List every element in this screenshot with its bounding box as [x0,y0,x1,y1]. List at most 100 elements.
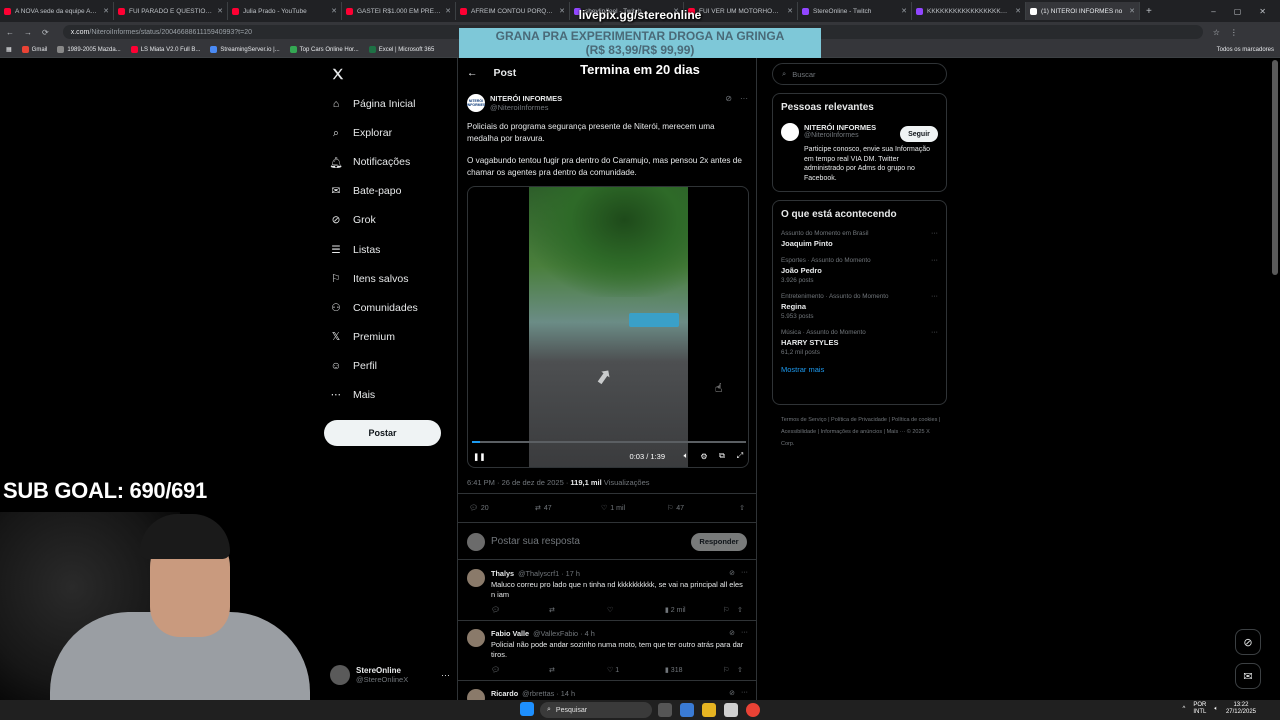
trend-item[interactable]: Entretenimento · Assunto do Momento Regin… [781,293,938,320]
nav-item[interactable]: ⊘ Grok [329,210,376,230]
more-dots-icon[interactable]: ··· [931,257,938,264]
volume-icon[interactable]: 🔈︎ [681,451,691,461]
repost-icon[interactable]: ⇄ [549,606,607,614]
bookmark-item[interactable]: 1989-2005 Mazda... [57,46,121,53]
browser-tab[interactable]: KKKKKKKKKKKKKKKKKKKKK ✕ [912,2,1026,20]
post-author[interactable]: NITERÓI INFORMES NITERÓI INFORMES @Niter… [467,94,562,112]
nav-item[interactable]: ⌂ Página Inicial [329,94,416,114]
close-icon[interactable]: ✕ [445,7,451,15]
follow-button[interactable]: Seguir [900,126,938,142]
video-progress-bar[interactable] [472,441,746,443]
browser-tab[interactable]: Julia Prado - YouTube ✕ [228,2,342,20]
bookmark-action[interactable]: ⚐ 47 [667,504,733,513]
reply-input[interactable]: Postar sua resposta [491,536,685,547]
trend-item[interactable]: Música · Assunto do Momento HARRY STYLES 6… [781,329,938,356]
trend-item[interactable]: Esportes · Assunto do Momento João Pedro 3… [781,257,938,284]
close-icon[interactable]: ✕ [787,7,793,15]
reply-name[interactable]: Fabio Valle [491,629,529,638]
messages-fab[interactable]: ✉ [1235,663,1261,689]
pause-icon[interactable]: ❚❚ [473,452,486,461]
account-switcher[interactable]: StereOnline @StereOnlineX ··· [330,662,450,688]
reply-icon[interactable]: 💬︎ [491,666,549,674]
nav-item[interactable]: ⚐ Itens salvos [329,269,408,289]
bookmark-item[interactable]: Top Cars Online Hor... [289,46,359,53]
trend-item[interactable]: Assunto do Momento em Brasil Joaquim Pint… [781,230,938,248]
language-indicator[interactable]: POR INTL [1193,702,1206,716]
close-icon[interactable]: ✕ [331,7,337,15]
more-dots-icon[interactable]: ··· [741,569,748,577]
nav-item[interactable]: ⌕ Explorar [329,123,392,143]
close-window-icon[interactable]: ✕ [1259,7,1266,16]
scrollbar[interactable] [1272,60,1278,275]
nav-item[interactable]: ☰ Listas [329,240,380,260]
close-icon[interactable]: ✕ [1015,7,1021,15]
reload-icon[interactable]: ⟳ [42,28,49,37]
author-avatar[interactable]: NITERÓI INFORMES [467,94,485,112]
share-icon[interactable]: ⇧ [737,606,747,614]
back-icon[interactable]: ← [6,28,14,37]
close-icon[interactable]: ✕ [103,7,109,15]
reply-name[interactable]: Ricardo [491,689,518,698]
forward-icon[interactable]: → [24,28,32,37]
like-action[interactable]: ♡ [607,606,665,614]
bookmark-icon[interactable]: ⚐ [723,666,737,674]
browser-tab[interactable]: (1) NITERÓI INFORMES no ✕ [1026,2,1140,20]
grok-icon[interactable]: ⊘ [729,629,735,637]
author-handle[interactable]: @NiteroiInformes [490,103,562,112]
views-action[interactable]: ▮ 318 [665,666,723,674]
pip-icon[interactable]: ⧉ [717,451,727,461]
minimize-icon[interactable]: – [1211,7,1215,16]
avatar[interactable] [467,569,485,587]
maximize-icon[interactable]: ▢ [1234,7,1242,16]
store-icon[interactable] [724,703,738,717]
more-dots-icon[interactable]: ··· [741,689,748,697]
repost-icon[interactable]: ⇄ [549,666,607,674]
share-icon[interactable]: ⇧ [737,666,747,674]
close-icon[interactable]: ✕ [1129,7,1135,15]
browser-tab[interactable]: GASTEI R$1.000 EM PRESENTE ✕ [342,2,456,20]
task-view-icon[interactable] [658,703,672,717]
nav-item[interactable]: 🔔︎ Notificações [329,152,410,172]
bookmark-item[interactable]: Excel | Microsoft 365 [368,46,434,53]
bookmark-item[interactable]: LS Miata V2.0 Full B... [130,46,200,53]
reply-item[interactable]: ⊘ ··· Fabio Valle @VallexFabio · 4 h Policia… [458,621,756,681]
grok-icon[interactable]: ⊘ [725,94,732,103]
browser-tab[interactable]: FUI PARADO E QUESTIONADO ✕ [114,2,228,20]
show-more-link[interactable]: Mostrar mais [781,365,938,374]
close-icon[interactable]: ✕ [901,7,907,15]
all-bookmarks-link[interactable]: Todos os marcadores [1217,47,1274,53]
nav-item[interactable]: 𝕏 Premium [329,327,395,347]
settings-icon[interactable]: ⚙ [699,451,709,461]
reply-item[interactable]: ⊘ ··· Thalys @Thalyscrf1 · 17 h Maluco corre… [458,561,756,621]
copilot-icon[interactable] [680,703,694,717]
x-logo-icon[interactable] [331,67,345,81]
browser-tab[interactable]: StereOnline - Twitch ✕ [798,2,912,20]
clock[interactable]: 13:22 27/12/2025 [1226,702,1256,716]
repost-action[interactable]: ⇄ 47 [535,504,601,513]
bookmark-item[interactable]: Gmail [21,46,47,53]
author-name[interactable]: NITERÓI INFORMES [490,94,562,103]
footer-links[interactable]: Termos de Serviço | Política de Privacid… [781,414,941,450]
post-button[interactable]: Postar [324,420,441,446]
relevant-avatar[interactable] [781,123,799,141]
bookmark-item[interactable]: StreamingServer.io |... [210,46,280,53]
browser-tab[interactable]: A NOVA sede da equipe Aero ✕ [0,2,114,20]
nav-item[interactable]: ✉ Bate-papo [329,181,402,201]
video-player[interactable]: ⬆ ❚❚ 0:03 / 1:39 🔈︎ ⚙ ⧉ ⤢ [467,186,749,468]
more-dots-icon[interactable]: ··· [740,94,748,103]
back-arrow-icon[interactable]: ← [467,67,478,79]
chevron-up-icon[interactable]: ^ [1183,706,1186,713]
post-timestamp[interactable]: 6:41 PM · 26 de dez de 2025 · [467,478,568,487]
menu-icon[interactable]: ⋮ [1230,28,1238,37]
bookmark-icon[interactable]: ⚐ [723,606,737,614]
search-input[interactable]: ⌕ Buscar [772,63,947,85]
like-action[interactable]: ♡ 1 mil [601,504,667,513]
share-icon[interactable]: ⇧ [739,504,745,512]
nav-item[interactable]: ☺ Perfil [329,356,377,376]
folder-icon[interactable] [702,703,716,717]
new-tab-icon[interactable]: + [1146,6,1152,17]
more-dots-icon[interactable]: ··· [931,293,938,300]
more-dots-icon[interactable]: ··· [741,629,748,637]
like-action[interactable]: ♡ 1 [607,666,665,674]
avatar[interactable] [467,629,485,647]
